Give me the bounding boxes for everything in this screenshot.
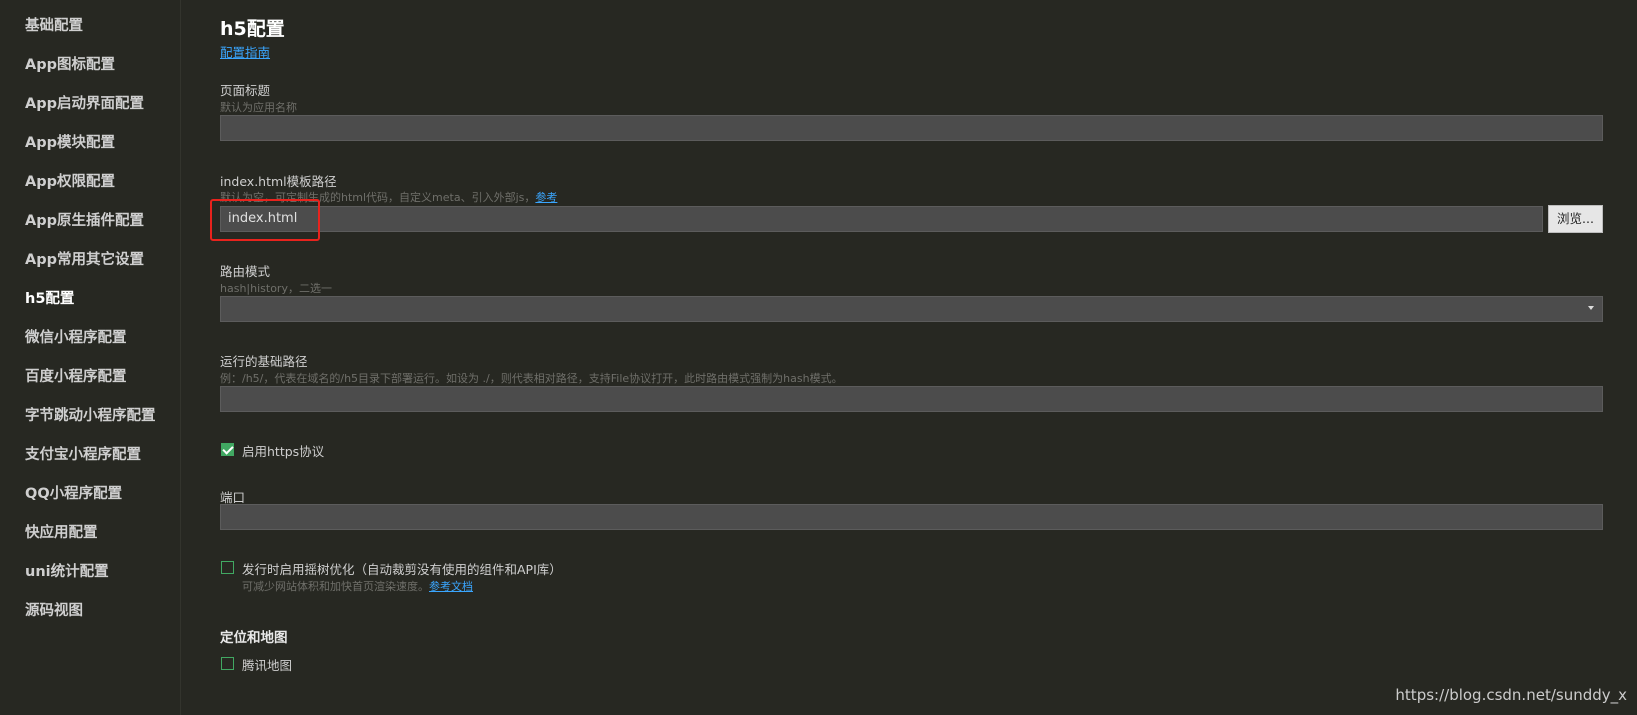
template-path-input[interactable]: index.html [220,206,1543,232]
tencent-map-checkbox-label[interactable]: 腾讯地图 [242,655,292,674]
https-checkbox-label[interactable]: 启用https协议 [242,441,324,460]
page-title-input[interactable] [220,115,1603,141]
router-mode-label: 路由模式 [220,264,271,279]
page-title-field-label: 页面标题 [220,83,271,98]
sidebar-item-uni-stat[interactable]: uni统计配置 [25,560,109,581]
port-input[interactable] [220,504,1603,530]
sidebar-item-baidu-mp[interactable]: 百度小程序配置 [25,365,127,386]
config-guide-link[interactable]: 配置指南 [220,42,270,61]
treeshake-hint: 可减少网站体积和加快首页渲染速度。参考文档 [242,578,473,594]
h5-config-panel: h5配置 配置指南 页面标题 默认为应用名称 index.html模板路径 默认… [210,0,1610,715]
base-path-input[interactable] [220,386,1603,412]
sidebar-item-app-modules[interactable]: App模块配置 [25,131,115,152]
map-section-heading: 定位和地图 [220,630,288,646]
settings-sidebar: 基础配置 App图标配置 App启动界面配置 App模块配置 App权限配置 A… [0,0,181,715]
template-reference-link[interactable]: 参考 [535,191,557,204]
template-path-label: index.html模板路径 [220,174,337,189]
router-mode-hint: hash|history，二选一 [220,282,332,295]
sidebar-item-wechat-mp[interactable]: 微信小程序配置 [25,326,127,347]
page-title: h5配置 [220,18,285,40]
template-path-hint: 默认为空，可定制生成的html代码，自定义meta、引入外部js，参考 [220,189,557,205]
sidebar-item-source-view[interactable]: 源码视图 [25,599,83,620]
chevron-down-icon [1588,306,1594,310]
browse-button[interactable]: 浏览... [1548,205,1603,233]
treeshake-checkbox-label[interactable]: 发行时启用摇树优化（自动裁剪没有使用的组件和API库） [242,559,562,578]
https-checkbox[interactable] [221,443,234,456]
treeshake-hint-text: 可减少网站体积和加快首页渲染速度。 [242,580,429,593]
page-title-field-hint: 默认为应用名称 [220,101,297,114]
sidebar-item-app-other-settings[interactable]: App常用其它设置 [25,248,144,269]
sidebar-item-basic[interactable]: 基础配置 [25,14,83,35]
base-path-hint: 例：/h5/，代表在域名的/h5目录下部署运行。如设为 ./，则代表相对路径，支… [220,372,843,385]
template-path-hint-text: 默认为空，可定制生成的html代码，自定义meta、引入外部js， [220,191,536,204]
sidebar-item-app-icon[interactable]: App图标配置 [25,53,115,74]
sidebar-item-app-native-plugins[interactable]: App原生插件配置 [25,209,144,230]
sidebar-item-h5[interactable]: h5配置 [25,287,74,308]
tencent-map-checkbox[interactable] [221,657,234,670]
sidebar-item-app-splash[interactable]: App启动界面配置 [25,92,144,113]
treeshake-checkbox[interactable] [221,561,234,574]
sidebar-item-qq-mp[interactable]: QQ小程序配置 [25,482,122,503]
sidebar-item-alipay-mp[interactable]: 支付宝小程序配置 [25,443,141,464]
sidebar-item-quickapp[interactable]: 快应用配置 [25,521,98,542]
base-path-label: 运行的基础路径 [220,354,308,369]
treeshake-docs-link[interactable]: 参考文档 [429,580,473,593]
watermark-text: https://blog.csdn.net/sunddy_x [1395,686,1627,704]
sidebar-item-app-permissions[interactable]: App权限配置 [25,170,115,191]
sidebar-item-bytedance-mp[interactable]: 字节跳动小程序配置 [25,404,156,425]
router-mode-select[interactable] [220,296,1603,322]
